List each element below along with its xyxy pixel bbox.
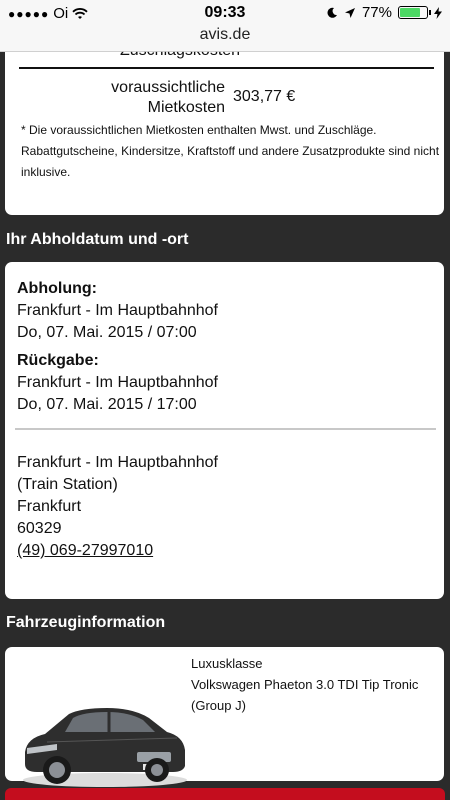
pickup-divider [15, 428, 436, 430]
battery-icon [398, 6, 431, 19]
estimated-cost-label: voraussichtliche Mietkosten [101, 78, 225, 118]
moon-icon [327, 7, 337, 18]
car-image [23, 708, 187, 787]
address-zip: 60329 [17, 520, 62, 537]
return-datetime: Do, 07. Mai. 2015 / 17:00 [17, 396, 197, 413]
cost-footnote: * Die voraussichtlichen Mietkosten entha… [21, 120, 441, 183]
url-text: avis.de [199, 26, 251, 43]
return-heading: Rückgabe: [17, 352, 99, 369]
vehicle-model: Volkswagen Phaeton 3.0 TDI Tip Tronic [191, 677, 419, 692]
battery-percent: 77% [361, 4, 392, 21]
vehicle-card: Luxusklasse Volkswagen Phaeton 3.0 TDI T… [5, 647, 444, 787]
phone-link[interactable]: (49) 069-27997010 [17, 540, 153, 562]
charging-bolt-icon [434, 6, 442, 19]
continue-button[interactable] [5, 788, 445, 800]
address-city: Frankfurt [17, 498, 82, 515]
vehicle-section-title: Fahrzeuginformation [6, 614, 166, 631]
pickup-section-title: Ihr Abholdatum und -ort [6, 231, 189, 248]
cost-footnote-text: * Die voraussichtlichen Mietkosten entha… [21, 123, 440, 179]
pickup-location: Frankfurt - Im Hauptbahnhof [17, 302, 218, 319]
status-right: 77% [326, 4, 442, 21]
pickup-card: Abholung: Frankfurt - Im Hauptbahnhof Do… [5, 262, 444, 599]
cost-summary-card: Zuschlagskosten voraussichtliche Mietkos… [5, 52, 444, 215]
pickup-heading: Abholung: [17, 280, 97, 297]
vehicle-class: Luxusklasse [191, 656, 263, 671]
return-location: Frankfurt - Im Hauptbahnhof [17, 374, 218, 391]
estimated-cost-label-line2: Mietkosten [147, 99, 225, 116]
status-bar: ●●●●● Oi 09:33 77% [0, 0, 450, 26]
vehicle-group: (Group J) [191, 698, 246, 713]
cost-divider [19, 67, 434, 69]
pickup-datetime: Do, 07. Mai. 2015 / 07:00 [17, 324, 197, 341]
url-bar[interactable]: avis.de [0, 26, 450, 52]
location-arrow-icon [344, 7, 355, 18]
address-line2: (Train Station) [17, 476, 118, 493]
estimated-cost-value: 303,77 € [233, 88, 296, 105]
address-line1: Frankfurt - Im Hauptbahnhof [17, 454, 218, 471]
estimated-cost-label-line1: voraussichtliche [111, 79, 225, 96]
